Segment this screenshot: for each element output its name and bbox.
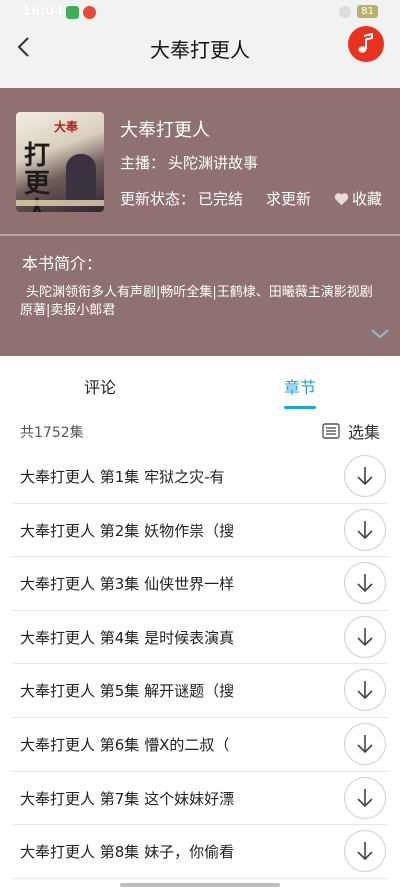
battery-level: 81 — [357, 5, 378, 18]
tab-comments[interactable]: 评论 — [84, 374, 116, 398]
chevron-down-icon[interactable] — [370, 326, 390, 340]
episode-title: 大奉打更人 第2集 妖物作祟（搜 — [20, 521, 235, 540]
book-intro: 头陀渊领衔多人有声剧|畅听全集|王鹤棣、田曦薇主演影视剧原著|卖报小郎君 — [20, 285, 373, 318]
download-button[interactable] — [344, 776, 386, 819]
cover-band — [16, 200, 104, 206]
app-notification-icon — [66, 6, 79, 19]
download-button[interactable] — [344, 615, 386, 658]
episode-count: 共1752集 — [20, 425, 84, 441]
book-title: 大奉打更人 — [120, 120, 210, 141]
header-bar: 大奉打更人 — [0, 22, 400, 88]
signal-icon — [339, 5, 352, 18]
book-info-panel: 大奉 打更人 大奉打更人 主播： 头陀渊讲故事 更新状态： 已完结 求更新 收藏… — [0, 88, 400, 356]
select-episodes-button[interactable]: 选集 — [322, 419, 380, 443]
download-arrow-icon — [357, 574, 373, 593]
download-button[interactable] — [344, 455, 386, 497]
episode-title: 大奉打更人 第8集 妹子，你偷看 — [20, 843, 235, 862]
cover-figure — [66, 154, 96, 204]
favorite-button[interactable]: 收藏 — [334, 188, 382, 209]
episode-title: 大奉打更人 第6集 懵X的二叔（ — [20, 735, 230, 754]
music-app-notification-icon — [83, 6, 96, 19]
cover-tag: 大奉 — [54, 120, 79, 134]
select-episodes-label: 选集 — [347, 423, 380, 442]
update-status: 已完结 — [198, 190, 244, 208]
anchor-name: 头陀渊讲故事 — [168, 154, 259, 172]
now-playing-button[interactable] — [348, 26, 384, 62]
active-tab-indicator — [284, 406, 316, 409]
download-button[interactable] — [344, 562, 386, 605]
download-arrow-icon — [357, 467, 373, 486]
episode-row[interactable]: 大奉打更人 第7集 这个妹妹好漂 — [12, 772, 388, 826]
home-indicator[interactable] — [120, 883, 280, 887]
tab-bar: 评论 章节 — [0, 356, 400, 416]
divider — [0, 234, 400, 236]
episode-row[interactable]: 大奉打更人 第5集 解开谜题（搜 — [12, 664, 388, 718]
download-button[interactable] — [344, 830, 386, 873]
download-arrow-icon — [357, 734, 373, 754]
status-bar: 16:04 81 — [0, 0, 400, 22]
episode-title: 大奉打更人 第5集 解开谜题（搜 — [20, 682, 235, 701]
list-icon — [322, 423, 340, 439]
heart-icon — [334, 192, 349, 205]
episode-row[interactable]: 大奉打更人 第3集 仙侠世界一样 — [12, 557, 388, 611]
book-cover: 大奉 打更人 — [16, 112, 104, 212]
update-status-label: 更新状态： — [120, 190, 196, 208]
episode-title: 大奉打更人 第1集 牢狱之灾-有 — [20, 468, 225, 486]
status-time: 16:04 — [22, 4, 64, 19]
music-note-icon — [358, 33, 373, 53]
episode-title: 大奉打更人 第3集 仙侠世界一样 — [20, 575, 235, 594]
anchor-label: 主播： — [120, 154, 166, 172]
episode-title: 大奉打更人 第7集 这个妹妹好漂 — [20, 789, 235, 808]
favorite-label: 收藏 — [352, 190, 383, 208]
download-button[interactable] — [344, 669, 386, 712]
episode-list: 大奉打更人 第1集 牢狱之灾-有 大奉打更人 第2集 妖物作祟（搜 大奉打更人 … — [0, 450, 400, 879]
download-arrow-icon — [357, 681, 373, 700]
download-arrow-icon — [357, 520, 373, 539]
episode-count-row: 共1752集 选集 — [0, 416, 400, 448]
tab-chapters[interactable]: 章节 — [284, 374, 316, 398]
download-arrow-icon — [357, 788, 373, 807]
episode-row[interactable]: 大奉打更人 第1集 牢狱之灾-有 — [12, 450, 388, 504]
download-arrow-icon — [357, 627, 373, 646]
episode-row[interactable]: 大奉打更人 第2集 妖物作祟（搜 — [12, 504, 388, 558]
download-button[interactable] — [344, 722, 386, 765]
request-update-button[interactable]: 求更新 — [266, 188, 311, 209]
intro-label: 本书简介： — [22, 254, 103, 273]
status-indicators: 81 — [339, 5, 378, 18]
page-title: 大奉打更人 — [150, 38, 250, 62]
download-button[interactable] — [344, 508, 386, 551]
episode-title: 大奉打更人 第4集 是时候表演真 — [20, 628, 235, 647]
episode-row[interactable]: 大奉打更人 第6集 懵X的二叔（ — [12, 718, 388, 772]
episode-row[interactable]: 大奉打更人 第4集 是时候表演真 — [12, 611, 388, 665]
download-arrow-icon — [357, 842, 373, 861]
episode-row[interactable]: 大奉打更人 第8集 妹子，你偷看 — [12, 825, 388, 879]
